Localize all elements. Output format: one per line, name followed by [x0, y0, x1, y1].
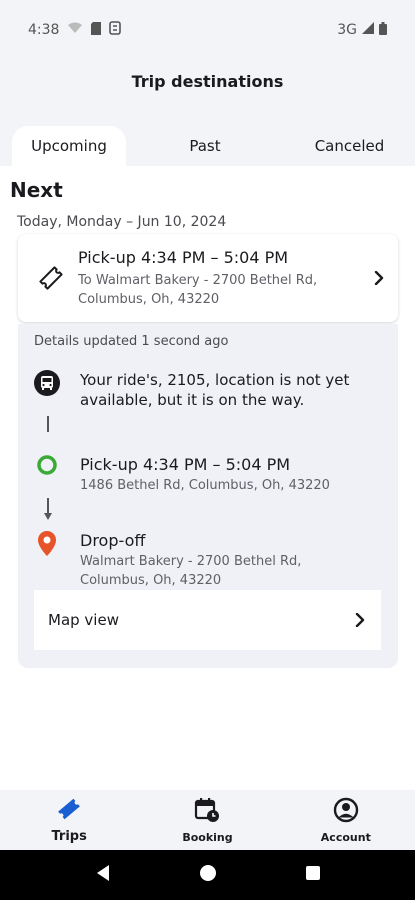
dropoff-address-line2: Columbus, Oh, 43220	[80, 573, 222, 588]
account-icon	[333, 797, 359, 827]
connector-line	[46, 416, 50, 436]
dropoff-address-line1: Walmart Bakery - 2700 Bethel Rd,	[80, 554, 302, 569]
status-bar: 4:38 3G	[0, 0, 415, 60]
home-icon[interactable]	[199, 864, 217, 886]
ride-status-row: Your ride's, 2105, location is not yet a…	[32, 370, 380, 410]
dropoff-title: Drop-off	[80, 531, 146, 550]
chevron-right-icon	[370, 269, 388, 287]
back-icon[interactable]	[94, 864, 112, 886]
nav-account[interactable]: Account	[277, 790, 415, 850]
details-updated-label: Details updated 1 second ago	[34, 334, 229, 349]
app-notification-icon	[109, 21, 122, 39]
bus-icon	[32, 370, 62, 410]
battery-icon	[379, 21, 387, 39]
tab-past[interactable]: Past	[126, 126, 284, 166]
trip-destination-line2: Columbus, Oh, 43220	[78, 291, 220, 307]
chevron-right-icon	[351, 611, 369, 629]
bottom-navigation: Trips Booking Account	[0, 790, 415, 850]
pickup-row: Pick-up 4:34 PM – 5:04 PM 1486 Bethel Rd…	[32, 454, 330, 495]
trip-tabs: Upcoming Past Canceled	[0, 126, 415, 166]
pickup-title: Pick-up 4:34 PM – 5:04 PM	[80, 455, 291, 474]
next-heading: Next	[10, 178, 63, 202]
network-type: 3G	[337, 22, 357, 38]
trip-pickup-window: Pick-up 4:34 PM – 5:04 PM	[78, 247, 289, 267]
upcoming-content: Next Today, Monday – Jun 10, 2024 Pick-u…	[0, 166, 415, 790]
ticket-icon	[36, 263, 66, 293]
map-view-button[interactable]: Map view	[34, 590, 381, 650]
signal-icon	[362, 22, 374, 38]
tab-canceled[interactable]: Canceled	[284, 126, 415, 166]
nav-booking-label: Booking	[182, 830, 233, 844]
trip-details-panel: Details updated 1 second ago Your ride's…	[18, 324, 398, 668]
page-title: Trip destinations	[131, 72, 284, 91]
status-time: 4:38	[28, 22, 60, 38]
nav-trips-label: Trips	[51, 828, 87, 844]
system-navigation-bar	[0, 850, 415, 900]
sim-card-icon	[91, 21, 102, 39]
dropoff-row: Drop-off Walmart Bakery - 2700 Bethel Rd…	[32, 530, 301, 590]
down-arrow-icon	[43, 498, 53, 526]
nav-trips[interactable]: Trips	[0, 790, 138, 850]
pickup-address: 1486 Bethel Rd, Columbus, Oh, 43220	[80, 478, 330, 493]
map-view-label: Map view	[48, 611, 119, 629]
trip-destination-line1: To Walmart Bakery - 2700 Bethel Rd,	[78, 272, 318, 288]
nav-booking[interactable]: Booking	[138, 790, 276, 850]
location-pin-icon	[32, 530, 62, 590]
recents-icon[interactable]	[304, 864, 322, 886]
pickup-circle-icon	[32, 454, 62, 495]
ticket-icon	[56, 797, 82, 825]
wifi-icon	[67, 22, 83, 38]
tab-upcoming[interactable]: Upcoming	[12, 126, 126, 166]
trip-date: Today, Monday – Jun 10, 2024	[17, 214, 227, 230]
calendar-clock-icon	[194, 797, 220, 827]
ride-status-message: Your ride's, 2105, location is not yet a…	[80, 371, 350, 409]
nav-account-label: Account	[320, 830, 371, 844]
trip-card[interactable]: Pick-up 4:34 PM – 5:04 PM To Walmart Bak…	[18, 234, 398, 322]
